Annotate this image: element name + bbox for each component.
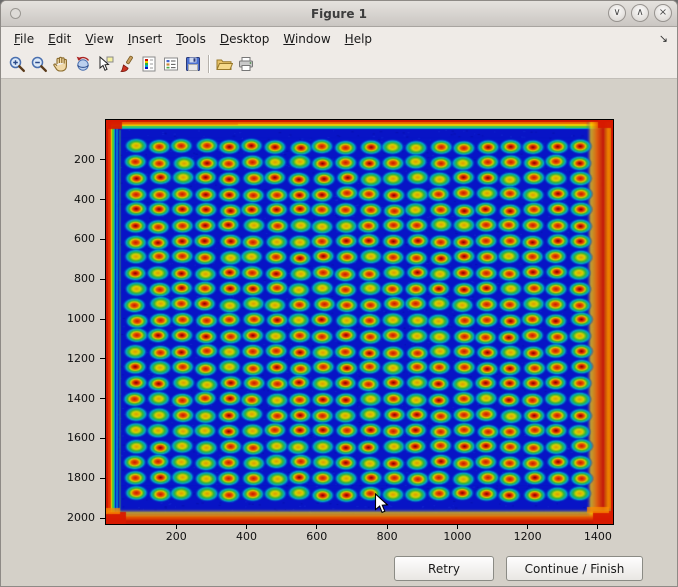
y-tick xyxy=(100,199,105,200)
menu-tools[interactable]: Tools xyxy=(169,30,213,48)
save-icon[interactable] xyxy=(182,53,204,75)
y-tick xyxy=(100,478,105,479)
x-tick-label: 800 xyxy=(365,530,409,543)
window-title: Figure 1 xyxy=(311,7,367,21)
maximize-button[interactable]: ∧ xyxy=(631,4,649,22)
y-tick-label: 1000 xyxy=(51,312,95,325)
menu-view[interactable]: View xyxy=(78,30,120,48)
y-tick-label: 800 xyxy=(51,272,95,285)
titlebar[interactable]: Figure 1 ∨ ∧ × xyxy=(1,1,677,27)
zoom-in-icon[interactable] xyxy=(6,53,28,75)
y-tick-label: 2000 xyxy=(51,511,95,524)
data-cursor-icon[interactable] xyxy=(94,53,116,75)
x-tick xyxy=(457,525,458,529)
menu-window[interactable]: Window xyxy=(276,30,337,48)
y-tick-label: 1400 xyxy=(51,392,95,405)
colorbar-icon[interactable] xyxy=(138,53,160,75)
zoom-out-icon[interactable] xyxy=(28,53,50,75)
toolbar-separator xyxy=(208,55,209,73)
continue-finish-button[interactable]: Continue / Finish xyxy=(506,556,643,581)
x-tick-label: 200 xyxy=(154,530,198,543)
window-menu-icon[interactable] xyxy=(10,8,21,19)
y-tick-label: 200 xyxy=(51,153,95,166)
y-tick xyxy=(100,398,105,399)
y-tick-label: 400 xyxy=(51,193,95,206)
close-button[interactable]: × xyxy=(654,4,672,22)
x-tick-label: 1000 xyxy=(435,530,479,543)
menu-desktop[interactable]: Desktop xyxy=(213,30,277,48)
y-tick xyxy=(100,279,105,280)
x-tick xyxy=(246,525,247,529)
x-tick-label: 1400 xyxy=(576,530,620,543)
menubar: FileEditViewInsertToolsDesktopWindowHelp… xyxy=(1,27,677,50)
x-tick xyxy=(597,525,598,529)
y-tick xyxy=(100,358,105,359)
print-icon[interactable] xyxy=(235,53,257,75)
toolbar-icons xyxy=(6,53,257,75)
plot-axes xyxy=(105,119,614,525)
retry-button[interactable]: Retry xyxy=(394,556,494,581)
shade-button[interactable]: ∨ xyxy=(608,4,626,22)
y-tick-label: 1600 xyxy=(51,431,95,444)
menu-edit[interactable]: Edit xyxy=(41,30,78,48)
x-tick xyxy=(176,525,177,529)
y-tick xyxy=(100,239,105,240)
open-icon[interactable] xyxy=(213,53,235,75)
mouse-cursor xyxy=(374,493,390,515)
window-controls: ∨ ∧ × xyxy=(608,4,672,22)
y-tick xyxy=(100,319,105,320)
menu-help[interactable]: Help xyxy=(338,30,379,48)
x-tick-label: 400 xyxy=(225,530,269,543)
x-tick xyxy=(387,525,388,529)
pan-icon[interactable] xyxy=(50,53,72,75)
toolbar xyxy=(1,50,677,79)
x-tick xyxy=(527,525,528,529)
menu-insert[interactable]: Insert xyxy=(121,30,169,48)
y-tick xyxy=(100,159,105,160)
y-tick-label: 1800 xyxy=(51,471,95,484)
y-tick-label: 600 xyxy=(51,232,95,245)
rotate-3d-icon[interactable] xyxy=(72,53,94,75)
y-tick-label: 1200 xyxy=(51,352,95,365)
figure-image[interactable] xyxy=(106,120,613,524)
figure-window: Figure 1 ∨ ∧ × FileEditViewInsertToolsDesk… xyxy=(0,0,678,587)
menu-file[interactable]: File xyxy=(7,30,41,48)
y-tick xyxy=(100,518,105,519)
brush-icon[interactable] xyxy=(116,53,138,75)
menu-items: FileEditViewInsertToolsDesktopWindowHelp xyxy=(7,30,379,48)
x-tick xyxy=(316,525,317,529)
y-tick xyxy=(100,438,105,439)
x-tick-label: 1200 xyxy=(506,530,550,543)
x-tick-label: 600 xyxy=(295,530,339,543)
legend-icon[interactable] xyxy=(160,53,182,75)
figure-area: Retry Continue / Finish 200 400 600 800 1000 1… xyxy=(1,79,677,586)
menu-overflow-icon[interactable]: ↘ xyxy=(659,32,668,45)
